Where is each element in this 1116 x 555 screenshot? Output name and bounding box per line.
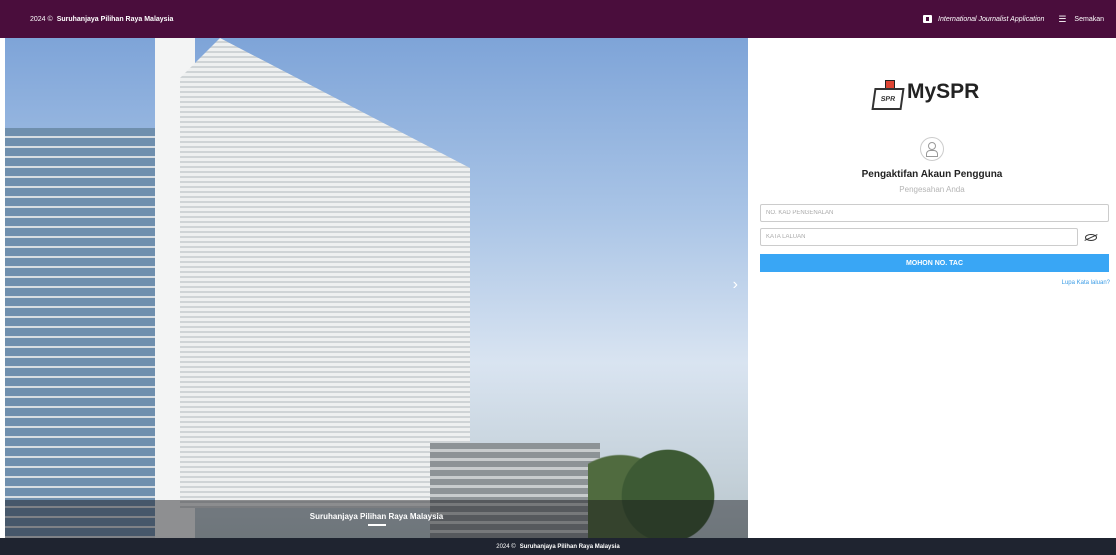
slider-next-button[interactable]: ›: [733, 276, 738, 294]
top-copyright: 2024 © Suruhanjaya Pilihan Raya Malaysia: [30, 16, 173, 23]
user-icon: [920, 137, 944, 161]
semakan-link[interactable]: ☰ Semakan: [1058, 13, 1104, 24]
journalist-application-label: International Journalist Application: [938, 15, 1045, 23]
top-org-name: Suruhanjaya Pilihan Raya Malaysia: [56, 15, 174, 23]
login-panel: SPR MySPR Pengaktifan Akaun Pengguna Pen…: [748, 38, 1116, 538]
hero-slider: › Suruhanjaya Pilihan Raya Malaysia: [5, 38, 748, 538]
password-input[interactable]: [760, 228, 1078, 246]
logo-text: MySPR: [907, 80, 980, 103]
footer-org-name: Suruhanjaya Pilihan Raya Malaysia: [519, 543, 620, 550]
list-icon: ☰: [1058, 13, 1067, 24]
page-subtitle: Pengesahan Anda: [899, 185, 965, 194]
logo-badge-text: SPR: [871, 88, 905, 110]
slider-caption-text: Suruhanjaya Pilihan Raya Malaysia: [309, 512, 444, 521]
ic-number-input[interactable]: [760, 204, 1109, 222]
slider-indicator[interactable]: [367, 524, 386, 526]
myspr-logo: SPR MySPR: [871, 78, 980, 110]
footer-year: 2024 ©: [496, 543, 516, 550]
page-title: Pengaktifan Akaun Pengguna: [861, 169, 1003, 180]
eye-slash-icon[interactable]: [1085, 234, 1097, 241]
forgot-password-link[interactable]: Lupa Kata laluan?: [1062, 280, 1110, 286]
top-links: International Journalist Application ☰ S…: [923, 13, 1104, 24]
journalist-application-link[interactable]: International Journalist Application: [923, 15, 1044, 23]
top-bar: 2024 © Suruhanjaya Pilihan Raya Malaysia…: [0, 0, 1116, 38]
footer: 2024 © Suruhanjaya Pilihan Raya Malaysia: [0, 538, 1116, 555]
ballot-box-icon: SPR: [871, 78, 905, 110]
request-tac-button[interactable]: MOHON NO. TAC: [760, 254, 1109, 272]
top-year: 2024 ©: [30, 15, 53, 23]
id-card-icon: [923, 15, 933, 23]
semakan-label: Semakan: [1074, 15, 1104, 23]
slider-caption: Suruhanjaya Pilihan Raya Malaysia: [5, 500, 748, 538]
building-image-main: [180, 38, 470, 508]
